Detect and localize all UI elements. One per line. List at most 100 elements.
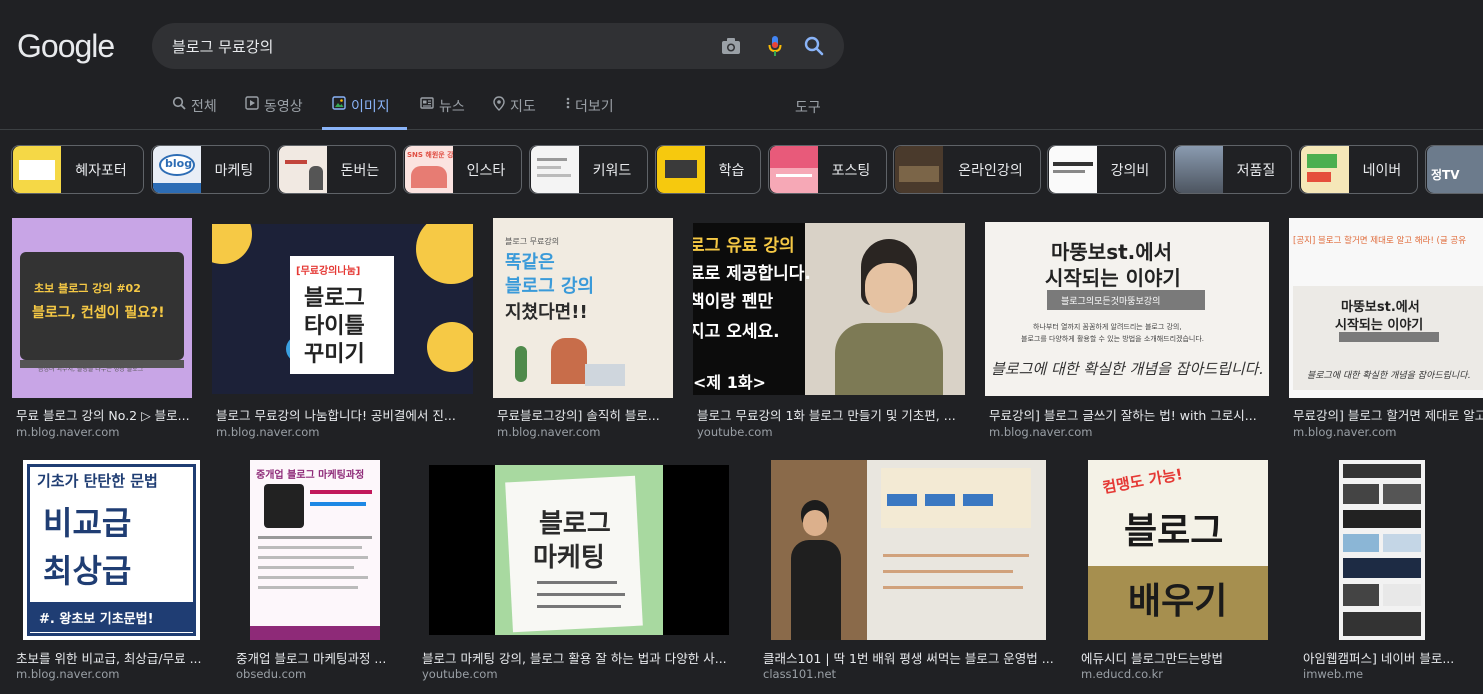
chip-thumbnail [531, 146, 579, 193]
image-text: 하나부터 열까지 꼼꼼하게 알려드리는 블로그 강의, [1033, 323, 1182, 331]
result-source: class101.net [763, 667, 837, 681]
chip-low-quality[interactable]: 저품질 [1173, 145, 1292, 194]
chip-insta[interactable]: SNS 해원운 강의 인스타 [403, 145, 522, 194]
result-source: obsedu.com [236, 667, 307, 681]
chip-thumbnail [895, 146, 943, 193]
result-caption[interactable]: 클래스101 | 딱 1번 배워 평생 써먹는 블로그 운영법 ... [763, 648, 1063, 667]
chip-study[interactable]: 학습 [655, 145, 761, 194]
search-input[interactable] [172, 23, 712, 69]
result-image[interactable]: 로그 유료 강의 료로 제공합니다. 책이랑 펜만 지고 오세요. <제 1화> [693, 223, 965, 395]
camera-icon[interactable] [719, 34, 743, 58]
chip-marketing[interactable]: blog 마케팅 [151, 145, 270, 194]
chip-thumbnail [279, 146, 327, 193]
result-image[interactable]: [무료강의나눔] 블로그 타이틀 꾸미기 [212, 224, 473, 394]
result-caption[interactable]: 무료강의] 블로그 글쓰기 잘하는 법! with 그로시... [989, 405, 1269, 424]
image-text: [공지] 블로그 할거면 제대로 알고 해라! (글 공유 [1293, 236, 1467, 246]
image-text: 마뚱보st.에서 [1341, 300, 1420, 315]
result-caption[interactable]: 중개업 블로그 마케팅과정 ... [236, 648, 396, 667]
tab-label: 이미지 [351, 99, 390, 115]
chip-label: 포스팅 [831, 162, 871, 179]
tab-all[interactable]: 전체 [172, 88, 217, 130]
chip-tv[interactable]: 정TV [1425, 145, 1483, 194]
chip-label: 학습 [718, 162, 745, 179]
chip-label: 저품질 [1236, 162, 1276, 179]
chip-thumbnail [657, 146, 705, 193]
tab-more[interactable]: 더보기 [566, 88, 614, 130]
result-image[interactable]: 마뚱보st.에서 시작되는 이야기 블로그의모든것마뚱보강의 하나부터 열까지 … [985, 222, 1269, 396]
chip-thumbnail [1301, 146, 1349, 193]
search-icon [172, 96, 186, 116]
image-text: 초보 블로그 강의 #02 [34, 282, 141, 295]
chip-naver[interactable]: 네이버 [1299, 145, 1418, 194]
result-image[interactable]: 컴맹도 가능! 블로그 배우기 [1088, 460, 1268, 640]
result-caption[interactable]: 블로그 무료강의 1화 블로그 만들기 및 기초편, ... [697, 405, 965, 424]
result-source: m.blog.naver.com [16, 667, 120, 681]
chip-earn-money[interactable]: 돈버는 [277, 145, 396, 194]
tab-images[interactable]: 이미지 [322, 88, 407, 130]
result-image[interactable] [1339, 460, 1425, 640]
image-text: 시작되는 이야기 [1045, 266, 1181, 290]
image-text: 블로그 무료강의 [505, 237, 560, 246]
image-icon [332, 96, 346, 116]
image-text: 지쳤다면!! [505, 302, 588, 323]
image-text: 비교급 [43, 504, 132, 542]
result-caption[interactable]: 블로그 마케팅 강의, 블로그 활용 잘 하는 법과 다양한 사... [422, 648, 732, 667]
chip-thumbnail [13, 146, 61, 193]
result-source: m.blog.naver.com [497, 425, 601, 439]
tab-label: 뉴스 [439, 99, 465, 115]
chip-label: 돈버는 [340, 162, 380, 179]
search-box[interactable] [152, 23, 844, 69]
image-text: 지고 오세요. [693, 322, 780, 342]
chip-label: 온라인강의 [958, 162, 1023, 179]
result-image[interactable]: 중개업 블로그 마케팅과정 [250, 460, 380, 640]
tab-maps[interactable]: 지도 [493, 88, 536, 130]
result-image[interactable]: 초보 블로그 강의 #02 블로그, 컨셉이 필요?! 금정녀 괴수치, 블링을… [12, 218, 192, 398]
location-pin-icon [493, 96, 505, 117]
tab-news[interactable]: 뉴스 [420, 88, 465, 130]
result-image[interactable]: 기초가 탄탄한 문법 비교급 최상급 #. 왕초보 기초문법! [23, 460, 200, 640]
result-source: imweb.me [1303, 667, 1364, 681]
image-text: 블로그에 대한 확실한 개념을 잡아드립니다. [1307, 371, 1471, 381]
result-caption[interactable]: 블로그 무료강의 나눔합니다! 공비결에서 진... [216, 405, 473, 424]
result-image[interactable] [771, 460, 1046, 640]
related-search-chips: 혜자포터 blog 마케팅 돈버는 SNS 해원운 강의 인스타 [0, 145, 1483, 195]
image-text: 블로그 [1124, 511, 1224, 552]
result-caption[interactable]: 에듀시디 블로그만드는방법 [1081, 648, 1271, 667]
chip-posting[interactable]: 포스팅 [768, 145, 887, 194]
result-caption[interactable]: 무료강의] 블로그 할거면 제대로 알고 해라! (글 공... [1293, 405, 1483, 424]
result-source: m.blog.naver.com [16, 425, 120, 439]
image-text: 책이랑 펜만 [693, 292, 774, 312]
result-image[interactable]: 블로그 마케팅 [429, 465, 729, 635]
image-text: <제 1화> [693, 373, 766, 392]
tools-button[interactable]: 도구 [795, 97, 821, 117]
result-source: m.educd.co.kr [1081, 667, 1163, 681]
chip-hyejaporter[interactable]: 혜자포터 [11, 145, 144, 194]
chip-label: 키워드 [592, 162, 632, 179]
chip-thumbnail [1049, 146, 1097, 193]
chip-keyword[interactable]: 키워드 [529, 145, 648, 194]
result-caption[interactable]: 무료블로그강의] 솔직히 블로... [497, 405, 673, 424]
search-icon[interactable] [802, 34, 826, 58]
result-image[interactable]: [공지] 블로그 할거면 제대로 알고 해라! (글 공유 마뚱보st.에서 시… [1289, 218, 1483, 398]
chip-thumbnail: blog [153, 146, 201, 193]
chip-lecture-fee[interactable]: 강의비 [1047, 145, 1166, 194]
tab-label: 동영상 [264, 99, 303, 115]
microphone-icon[interactable] [763, 34, 787, 58]
result-caption[interactable]: 초보를 위한 비교급, 최상급/무료 ... [16, 648, 206, 667]
result-image[interactable]: 블로그 무료강의 똑같은 블로그 강의 지쳤다면!! [493, 218, 673, 398]
result-caption[interactable]: 아임웹캠퍼스] 네이버 블로... [1303, 648, 1463, 667]
image-text: 블로그 [539, 509, 611, 539]
chip-thumbnail: 정TV [1427, 146, 1483, 193]
more-vert-icon [566, 96, 570, 116]
image-text: 배우기 [1128, 581, 1228, 622]
image-text: [무료강의나눔] [296, 266, 361, 277]
chip-online-lecture[interactable]: 온라인강의 [893, 145, 1041, 194]
tab-videos[interactable]: 동영상 [245, 88, 303, 130]
image-text: 블로그, 컨셉이 필요?! [32, 305, 165, 321]
image-text: #. 왕초보 기초문법! [39, 612, 154, 627]
result-source: m.blog.naver.com [989, 425, 1093, 439]
result-caption[interactable]: 무료 블로그 강의 No.2 ▷ 블로... [16, 405, 192, 424]
google-logo[interactable]: Google [17, 28, 115, 65]
image-text: 금정녀 괴수치, 블링을 나누는 성장 블로그 [38, 366, 144, 373]
image-text: 마케팅 [533, 543, 605, 573]
